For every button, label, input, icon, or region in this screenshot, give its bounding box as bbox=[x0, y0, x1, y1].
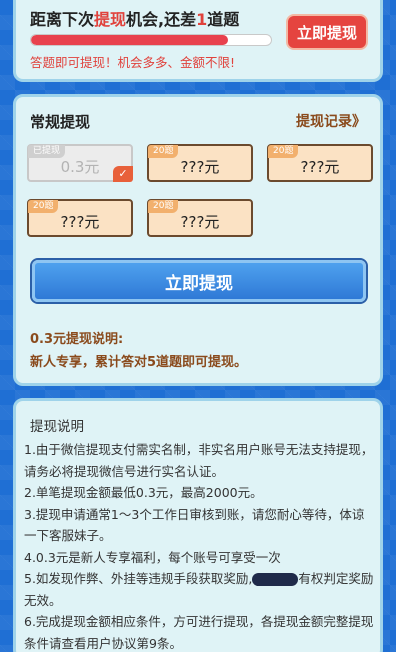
withdraw-now-button-top[interactable]: 立即提现 bbox=[286, 14, 368, 50]
title-prefix: 距离下次 bbox=[30, 10, 95, 29]
rules-list: 1.由于微信提现支付需实名制，非实名用户账号无法支持提现，请务必将提现微信号进行… bbox=[24, 439, 374, 652]
remaining-count: 1 bbox=[196, 10, 208, 29]
withdraw-option[interactable]: 已提现 0.3元 ✓ bbox=[27, 144, 133, 182]
withdraw-rules-card: 提现说明 1.由于微信提现支付需实名制，非实名用户账号无法支持提现，请务必将提现… bbox=[13, 398, 383, 652]
rule-item: 2.单笔提现金额最低0.3元，最高2000元。 bbox=[24, 485, 263, 500]
progress-fill bbox=[31, 35, 228, 45]
redacted-mark bbox=[252, 573, 299, 586]
withdraw-now-button[interactable]: 立即提现 bbox=[32, 260, 366, 302]
regular-withdraw-card: 常规提现 提现记录》 已提现 0.3元 ✓ 20题 ???元 20题 ???元 … bbox=[13, 94, 383, 386]
note-text: 新人专享，累计答对5道题即可提现。 bbox=[30, 355, 248, 370]
title-suffix: 道题 bbox=[207, 10, 240, 29]
rule-item: 6.完成提现金额相应条件，方可进行提现，各提现金额完整提现条件请查看用户协议第9… bbox=[24, 614, 374, 651]
withdraw-option[interactable]: 20题 ???元 bbox=[147, 144, 253, 182]
title-middle: 机会,还差 bbox=[126, 10, 197, 29]
rule-item: 1.由于微信提现支付需实名制，非实名用户账号无法支持提现，请务必将提现微信号进行… bbox=[24, 442, 374, 479]
next-withdraw-title: 距离下次提现机会,还差1道题 bbox=[30, 6, 239, 30]
title-highlight: 提现 bbox=[94, 10, 127, 29]
rule-item: 4.0.3元是新人专享福利，每个账号可享受一次 bbox=[24, 549, 281, 565]
rule-5-before: 5.如发现作弊、外挂等违规手段获取奖励, bbox=[24, 571, 253, 586]
note-title: 0.3元提现说明: bbox=[30, 332, 124, 347]
option-amount: ???元 bbox=[180, 158, 220, 176]
option-amount: ???元 bbox=[180, 213, 220, 231]
rules-title: 提现说明 bbox=[30, 419, 84, 435]
withdraw-option[interactable]: 20题 ???元 bbox=[267, 144, 373, 182]
regular-withdraw-title: 常规提现 bbox=[30, 113, 91, 131]
option-amount: ???元 bbox=[300, 158, 340, 176]
next-withdraw-subtitle: 答题即可提现！机会多多、金额不限! bbox=[30, 55, 236, 70]
progress-bar bbox=[30, 34, 272, 46]
withdraw-option[interactable]: 20题 ???元 bbox=[147, 199, 253, 237]
option-amount: ???元 bbox=[60, 213, 100, 231]
withdraw-option[interactable]: 20题 ???元 bbox=[27, 199, 133, 237]
rule-item: 5.如发现作弊、外挂等违规手段获取奖励, 有权判定奖励无效。 bbox=[24, 568, 374, 611]
withdraw-records-link[interactable]: 提现记录》 bbox=[296, 111, 366, 131]
next-withdraw-card: 距离下次提现机会,还差1道题 答题即可提现！机会多多、金额不限! 立即提现 bbox=[13, 0, 383, 82]
check-icon: ✓ bbox=[113, 166, 133, 182]
rule-item: 3.提现申请通常1～3个工作日审核到账，请您耐心等待，体谅一下客服妹子。 bbox=[24, 506, 365, 544]
